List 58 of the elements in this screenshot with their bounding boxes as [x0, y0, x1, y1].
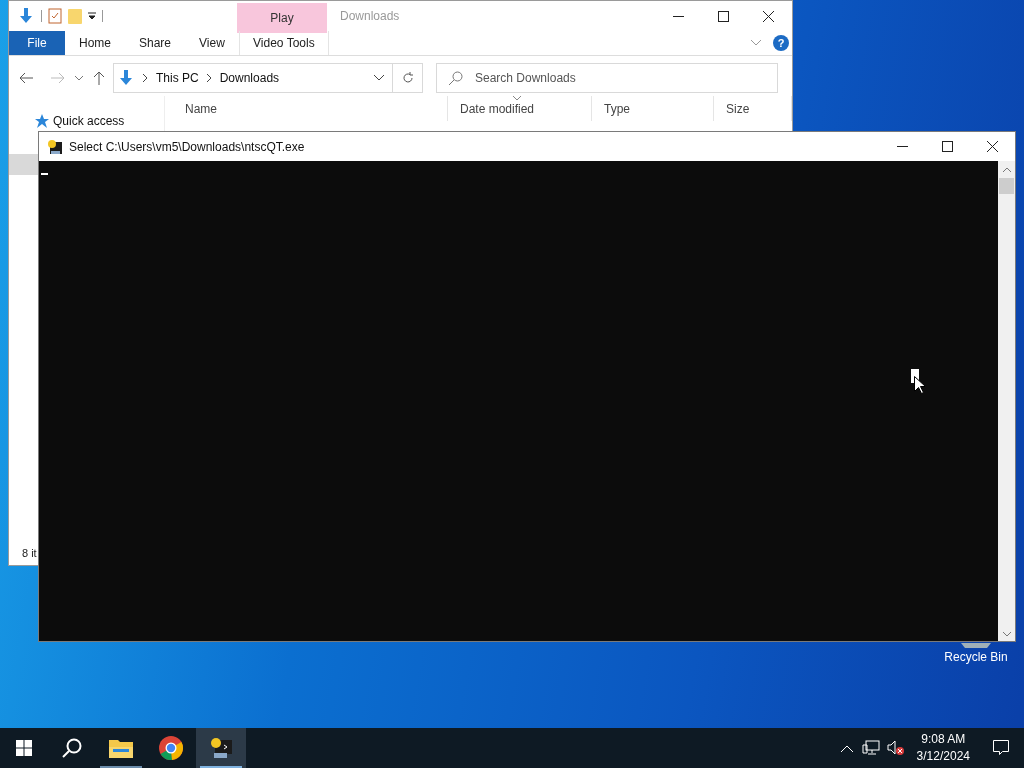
ribbon-tab[interactable]: Home — [65, 31, 125, 55]
chevron-right-icon — [206, 74, 212, 82]
ribbon-tab[interactable]: Share — [125, 31, 186, 55]
scrollbar[interactable] — [998, 161, 1015, 641]
chevron-right-icon — [143, 74, 148, 82]
maximize-icon[interactable] — [942, 141, 953, 152]
address-bar[interactable]: This PC Downloads — [113, 63, 393, 93]
windows-logo-icon — [16, 740, 32, 756]
sort-caret-icon — [513, 96, 521, 100]
console-app-icon — [209, 736, 233, 760]
dropdown-caret-icon[interactable] — [88, 12, 96, 20]
scroll-up-icon[interactable] — [1002, 167, 1011, 172]
network-icon[interactable] — [861, 740, 880, 756]
scrollbar-thumb[interactable] — [999, 178, 1014, 194]
search-field[interactable]: Search Downloads — [436, 63, 778, 93]
scroll-down-icon[interactable] — [1002, 632, 1011, 637]
desktop-icon-label[interactable]: Recycle Bin — [944, 648, 1008, 666]
back-arrow-icon[interactable] — [19, 72, 33, 84]
search-input[interactable]: Search Downloads — [475, 69, 755, 87]
window-title: Select C:\Users\vm5\Downloads\ntscQT.exe — [69, 138, 305, 156]
star-icon — [35, 114, 49, 128]
taskbar-app[interactable] — [196, 728, 246, 768]
close-icon[interactable] — [987, 141, 998, 152]
column-header[interactable]: Type — [592, 96, 714, 121]
breadcrumb-item[interactable]: Downloads — [219, 69, 280, 87]
close-icon[interactable] — [763, 10, 774, 22]
search-icon — [62, 738, 82, 758]
window-title: Downloads — [340, 8, 400, 25]
search-icon — [449, 71, 463, 85]
ribbon-tab[interactable]: Video Tools — [238, 31, 329, 55]
mouse-pointer-icon — [914, 376, 925, 394]
breadcrumb-item[interactable]: This PC — [156, 69, 199, 87]
nav-item[interactable]: Quick access — [53, 114, 125, 128]
console-app-icon — [47, 138, 63, 155]
up-arrow-icon[interactable] — [93, 71, 105, 85]
download-arrow-icon — [17, 7, 35, 25]
notification-icon[interactable] — [993, 740, 1009, 756]
column-header[interactable]: Name — [173, 96, 448, 121]
column-header[interactable]: Date modified — [448, 96, 592, 121]
refresh-icon — [401, 72, 414, 84]
chevron-down-icon[interactable] — [374, 75, 384, 81]
clock-date[interactable]: 3/12/2024 — [916, 748, 970, 765]
clipboard-check-icon[interactable] — [48, 8, 62, 24]
download-arrow-icon — [117, 69, 135, 87]
ribbon-tab[interactable]: View — [185, 31, 239, 55]
text-cursor — [41, 173, 48, 175]
column-header[interactable]: Size — [714, 96, 792, 121]
help-icon[interactable]: ? — [773, 35, 789, 51]
chevron-down-icon[interactable] — [75, 75, 83, 81]
ribbon-tab[interactable]: File — [9, 31, 65, 55]
chevron-up-icon[interactable] — [840, 744, 853, 752]
status-text: 8 it — [21, 545, 38, 561]
folder-icon — [109, 738, 133, 758]
clock-time[interactable]: 9:08 AM — [921, 731, 966, 748]
browser-icon — [159, 736, 183, 760]
contextual-tab-header: Play — [237, 2, 327, 33]
maximize-icon[interactable] — [718, 10, 729, 22]
muted-speaker-icon[interactable] — [886, 740, 905, 756]
